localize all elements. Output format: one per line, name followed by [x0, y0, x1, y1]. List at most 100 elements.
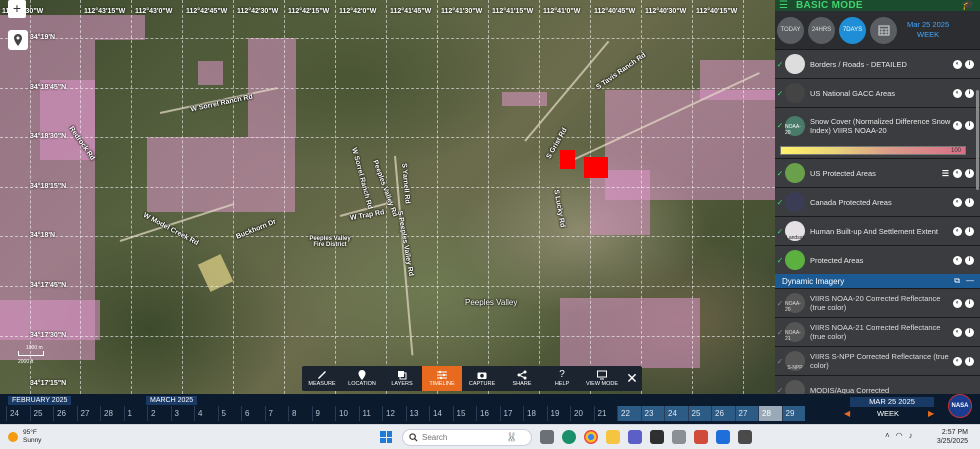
day-cell[interactable]: 11	[358, 406, 383, 421]
view-mode-button[interactable]: VIEW MODE	[582, 366, 622, 391]
search-input[interactable]	[422, 433, 502, 442]
capture-button[interactable]: CAPTURE	[462, 366, 502, 391]
day-cell[interactable]: 15	[452, 406, 477, 421]
info-icon[interactable]: i	[965, 255, 974, 265]
calendar-button[interactable]	[870, 16, 897, 44]
layer-item[interactable]: ✓ US National GACC Areas ◐ i	[775, 78, 980, 107]
day-cell[interactable]: 25	[29, 406, 54, 421]
layer-item[interactable]: ✓ US Protected Areas ☰ ◐ i	[775, 158, 980, 187]
measure-button[interactable]: MEASURE	[302, 366, 342, 391]
day-cell[interactable]: 28	[758, 406, 782, 421]
day-cell[interactable]: 24	[6, 406, 30, 421]
day-cell[interactable]: 3	[170, 406, 195, 421]
day-cell[interactable]: 9	[311, 406, 336, 421]
day-cell[interactable]: 28	[100, 406, 124, 421]
day-cell[interactable]: 27	[734, 406, 758, 421]
selected-date[interactable]: Mar 25 2025 WEEK	[907, 20, 949, 40]
location-pin-button[interactable]	[8, 30, 28, 50]
check-icon[interactable]: ✓	[775, 121, 785, 130]
day-cell[interactable]: 14	[429, 406, 453, 421]
info-icon[interactable]: i	[965, 168, 974, 178]
layer-item[interactable]: ✓ NOAA-20 Snow Cover (Normalized Differe…	[775, 107, 980, 143]
share-button[interactable]: SHARE	[502, 366, 542, 391]
today-button[interactable]: TODAY	[777, 16, 804, 44]
day-cell[interactable]: 25	[687, 406, 711, 421]
taskbar-search[interactable]: 🐰	[402, 429, 532, 446]
day-cell[interactable]: 19	[546, 406, 571, 421]
app-icon[interactable]	[672, 430, 686, 444]
info-icon[interactable]: i	[965, 59, 974, 69]
windows-start-icon[interactable]	[380, 431, 392, 443]
check-icon[interactable]: ✓	[775, 227, 785, 236]
opacity-icon[interactable]: ◐	[953, 121, 962, 130]
day-cell[interactable]: 1	[123, 406, 148, 421]
map-canvas[interactable]: 112°43'30"W 112°43'15"W 112°43'0"W 112°4…	[0, 0, 775, 394]
day-cell[interactable]: 12	[382, 406, 406, 421]
fire-detection[interactable]	[560, 150, 575, 169]
check-icon[interactable]: ✓	[775, 328, 785, 337]
day-cell[interactable]: 29	[781, 406, 805, 421]
layer-item[interactable]: ✓ NOAA-20 VIIRS NOAA-20 Corrected Reflec…	[775, 288, 980, 317]
hamburger-icon[interactable]: ☰	[779, 0, 788, 11]
day-cell[interactable]: 26	[711, 406, 735, 421]
day-cell[interactable]: 21	[593, 406, 618, 421]
opacity-icon[interactable]: ◐	[953, 356, 962, 366]
day-cell[interactable]: 23	[640, 406, 664, 421]
layer-item[interactable]: ✓ Borders / Roads - DETAILED ◐ i	[775, 49, 980, 78]
opacity-icon[interactable]: ◐	[953, 88, 962, 98]
check-icon[interactable]: ✓	[775, 198, 785, 207]
next-icon[interactable]: ▶	[928, 409, 934, 418]
day-cell[interactable]: 5	[217, 406, 242, 421]
day-cell[interactable]: 22	[617, 406, 641, 421]
opacity-icon[interactable]: ◐	[953, 298, 962, 308]
panel-scrollbar[interactable]	[976, 90, 979, 190]
info-icon[interactable]: i	[965, 226, 974, 236]
layer-item[interactable]: ✓ Protected Areas ◐ i	[775, 245, 980, 274]
day-cell[interactable]: 8	[288, 406, 312, 421]
app-icon[interactable]	[716, 430, 730, 444]
day-cell[interactable]: 18	[523, 406, 547, 421]
day-cell[interactable]: 26	[53, 406, 77, 421]
file-explorer-icon[interactable]	[606, 430, 620, 444]
layer-item[interactable]: ✓ S-NPP VIIRS S-NPP Corrected Reflectanc…	[775, 346, 980, 375]
check-icon[interactable]: ✓	[775, 169, 785, 178]
day-cell[interactable]: 16	[476, 406, 500, 421]
chrome-icon[interactable]	[584, 430, 598, 444]
opacity-icon[interactable]: ◐	[953, 327, 962, 337]
app-icon[interactable]	[694, 430, 708, 444]
weather-widget[interactable]: 95°F Sunny	[8, 429, 41, 445]
edge-icon[interactable]	[562, 430, 576, 444]
info-icon[interactable]: i	[965, 356, 974, 366]
location-button[interactable]: LOCATION	[342, 366, 382, 391]
opacity-icon[interactable]: ◐	[953, 197, 962, 207]
timeline-button[interactable]: TIMELINE	[422, 366, 462, 391]
layer-item[interactable]: ✓ Landsat Human Built-up And Settlement …	[775, 216, 980, 245]
day-cell[interactable]: 13	[405, 406, 430, 421]
opacity-icon[interactable]: ◐	[953, 168, 962, 178]
zoom-in-button[interactable]: +	[8, 0, 26, 18]
info-icon[interactable]: i	[965, 88, 974, 98]
check-icon[interactable]: ✓	[775, 256, 785, 265]
day-cell[interactable]: 24	[664, 406, 688, 421]
system-clock[interactable]: 2:57 PM 3/25/2025	[928, 428, 968, 446]
info-icon[interactable]: i	[965, 197, 974, 207]
day-cell[interactable]: 10	[335, 406, 359, 421]
app-icon[interactable]	[738, 430, 752, 444]
timeline-bar[interactable]: FEBRUARY 2025 MARCH 2025 24 25 26 27 28 …	[0, 394, 980, 424]
fire-detection[interactable]	[584, 157, 608, 178]
day-cell[interactable]: 4	[194, 406, 218, 421]
24hrs-button[interactable]: 24HRS	[808, 16, 835, 44]
list-icon[interactable]: ☰	[941, 169, 950, 178]
check-icon[interactable]: ✓	[775, 299, 785, 308]
opacity-icon[interactable]: ◐	[953, 226, 962, 236]
layers-button[interactable]: LAYERS	[382, 366, 422, 391]
prev-icon[interactable]: ◀	[844, 409, 850, 418]
layer-item[interactable]: ✓ Canada Protected Areas ◐ i	[775, 187, 980, 216]
day-cell[interactable]: 2	[147, 406, 171, 421]
check-icon[interactable]: ✓	[775, 386, 785, 395]
teams-icon[interactable]	[628, 430, 642, 444]
day-cell[interactable]: 20	[570, 406, 594, 421]
app-icon[interactable]	[650, 430, 664, 444]
wifi-icon[interactable]: ◠	[896, 431, 903, 440]
day-cell[interactable]: 17	[499, 406, 524, 421]
